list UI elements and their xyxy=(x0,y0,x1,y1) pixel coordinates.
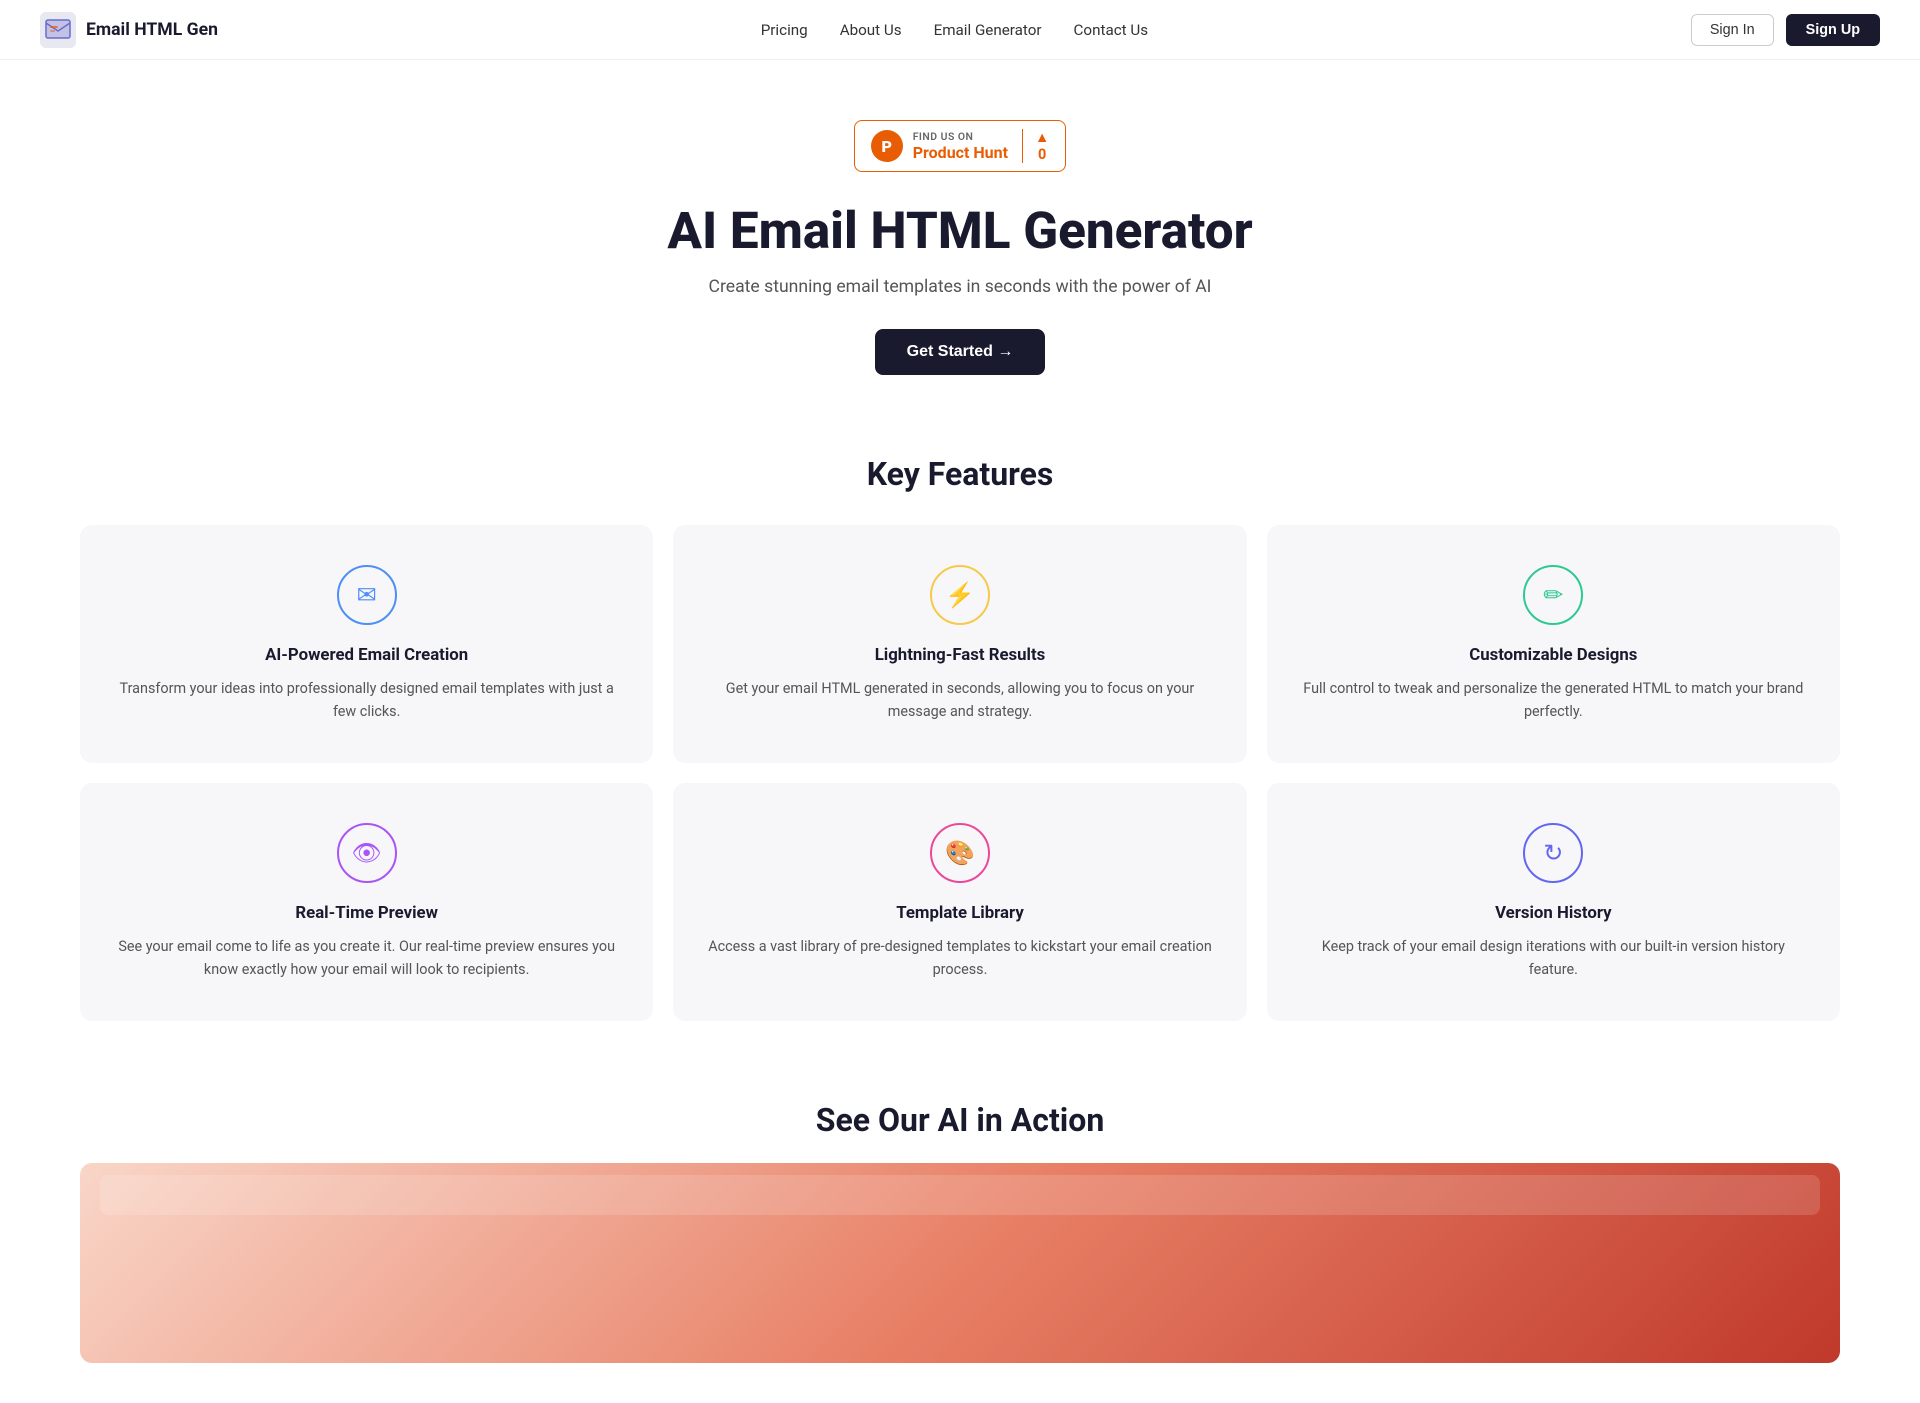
feature-title-template-library: Template Library xyxy=(703,903,1216,923)
feature-card-version-history: ↻ Version History Keep track of your email… xyxy=(1267,783,1840,1021)
feature-card-ai-creation: ✉ AI-Powered Email Creation Transform your… xyxy=(80,525,653,763)
hero-section: P FIND US ON Product Hunt ▲ 0 AI Email H… xyxy=(0,60,1920,415)
brand-name: Email HTML Gen xyxy=(86,20,218,40)
ph-arrow: ▲ xyxy=(1035,129,1049,146)
feature-icon-customizable: ✏ xyxy=(1523,565,1583,625)
ph-icon: P xyxy=(871,130,903,162)
ph-name: Product Hunt xyxy=(913,143,1008,162)
feature-desc-template-library: Access a vast library of pre-designed te… xyxy=(703,935,1216,981)
feature-desc-version-history: Keep track of your email design iteratio… xyxy=(1297,935,1810,981)
feature-icon-fast-results: ⚡ xyxy=(930,565,990,625)
nav-actions: Sign In Sign Up xyxy=(1691,14,1880,46)
feature-card-customizable: ✏ Customizable Designs Full control to twe… xyxy=(1267,525,1840,763)
nav-pricing[interactable]: Pricing xyxy=(761,21,808,39)
feature-title-ai-creation: AI-Powered Email Creation xyxy=(110,645,623,665)
feature-card-preview: 👁 Real-Time Preview See your email come to… xyxy=(80,783,653,1021)
ph-text: FIND US ON Product Hunt xyxy=(913,130,1008,162)
signup-button[interactable]: Sign Up xyxy=(1786,14,1880,46)
feature-desc-customizable: Full control to tweak and personalize th… xyxy=(1297,677,1810,723)
nav-contact[interactable]: Contact Us xyxy=(1074,21,1149,39)
hero-subtitle: Create stunning email templates in secon… xyxy=(20,277,1900,297)
signin-button[interactable]: Sign In xyxy=(1691,14,1774,46)
feature-card-template-library: 🎨 Template Library Access a vast library o… xyxy=(673,783,1246,1021)
ai-action-heading: See Our AI in Action xyxy=(80,1101,1840,1139)
feature-title-version-history: Version History xyxy=(1297,903,1810,923)
features-grid: ✉ AI-Powered Email Creation Transform your… xyxy=(80,525,1840,1021)
feature-desc-ai-creation: Transform your ideas into professionally… xyxy=(110,677,623,723)
hero-title: AI Email HTML Generator xyxy=(20,200,1900,261)
ai-action-section: See Our AI in Action xyxy=(0,1061,1920,1403)
nav-about[interactable]: About Us xyxy=(840,21,902,39)
logo-icon xyxy=(40,12,76,48)
feature-card-fast-results: ⚡ Lightning-Fast Results Get your email HT… xyxy=(673,525,1246,763)
feature-icon-version-history: ↻ xyxy=(1523,823,1583,883)
feature-desc-preview: See your email come to life as you creat… xyxy=(110,935,623,981)
brand-logo[interactable]: Email HTML Gen xyxy=(40,12,218,48)
ai-demo-area xyxy=(80,1163,1840,1363)
feature-icon-ai-creation: ✉ xyxy=(337,565,397,625)
navbar: Email HTML Gen Pricing About Us Email Ge… xyxy=(0,0,1920,60)
ph-score: ▲ 0 xyxy=(1022,129,1049,163)
get-started-button[interactable]: Get Started → xyxy=(875,329,1046,375)
ph-num: 0 xyxy=(1038,146,1046,163)
feature-icon-template-library: 🎨 xyxy=(930,823,990,883)
ai-demo-inner xyxy=(100,1175,1820,1215)
key-features-section: Key Features ✉ AI-Powered Email Creation T… xyxy=(0,415,1920,1061)
feature-desc-fast-results: Get your email HTML generated in seconds… xyxy=(703,677,1216,723)
nav-links: Pricing About Us Email Generator Contact… xyxy=(761,20,1148,39)
nav-generator[interactable]: Email Generator xyxy=(934,21,1042,39)
feature-icon-preview: 👁 xyxy=(337,823,397,883)
feature-title-customizable: Customizable Designs xyxy=(1297,645,1810,665)
product-hunt-badge[interactable]: P FIND US ON Product Hunt ▲ 0 xyxy=(854,120,1067,172)
feature-title-preview: Real-Time Preview xyxy=(110,903,623,923)
feature-title-fast-results: Lightning-Fast Results xyxy=(703,645,1216,665)
key-features-heading: Key Features xyxy=(80,455,1840,493)
ph-find-label: FIND US ON xyxy=(913,130,1008,143)
